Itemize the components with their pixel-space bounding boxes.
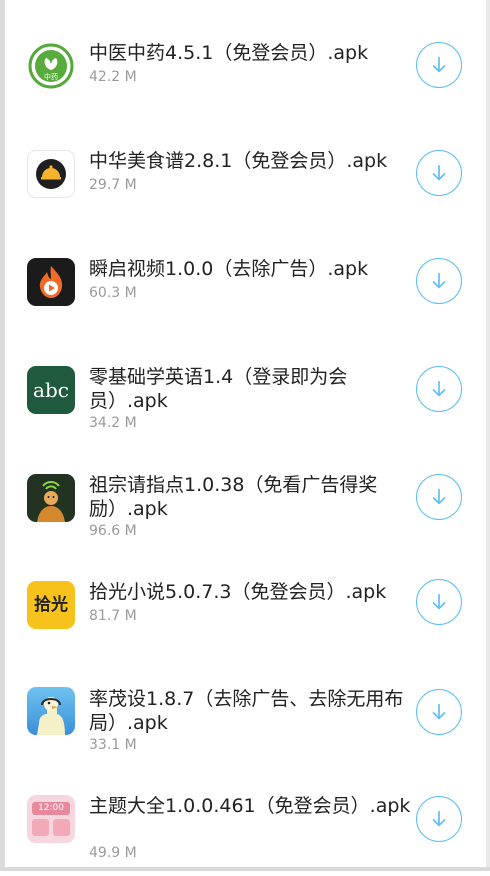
list-item[interactable]: 12:00 主题大全1.0.0.461（免登会员）.apk 49.9 M xyxy=(0,768,490,876)
download-arrow-icon xyxy=(432,272,446,289)
list-item[interactable]: 中药 中医中药4.5.1（免登会员）.apk 42.2 M xyxy=(0,12,490,120)
download-arrow-icon xyxy=(432,703,446,720)
download-arrow-icon xyxy=(432,488,446,505)
download-arrow-icon xyxy=(432,593,446,610)
file-name: 主题大全1.0.0.461（免登会员）.apk xyxy=(89,795,411,817)
list-item[interactable]: 祖宗请指点1.0.38（免看广告得奖励）.apk 96.6 M xyxy=(0,444,490,552)
file-size: 34.2 M xyxy=(89,415,137,431)
file-size: 33.1 M xyxy=(89,737,137,753)
list-item[interactable]: 拾光 拾光小说5.0.7.3（免登会员）.apk 81.7 M xyxy=(0,552,490,660)
icon-label: 拾光 xyxy=(34,595,68,615)
file-name: 中医中药4.5.1（免登会员）.apk xyxy=(89,42,369,64)
file-name: 中华美食谱2.8.1（免登会员）.apk xyxy=(89,150,388,172)
download-button[interactable] xyxy=(416,258,462,304)
icon-label: abc xyxy=(33,378,69,402)
ancestor-app-icon xyxy=(27,474,75,522)
file-name: 率茂设1.8.7（去除广告、去除无用布局）.apk xyxy=(89,688,404,734)
download-button[interactable] xyxy=(416,366,462,412)
download-button[interactable] xyxy=(416,796,462,842)
icon-label: 中药 xyxy=(44,72,58,81)
download-button[interactable] xyxy=(416,474,462,520)
download-arrow-icon xyxy=(432,164,446,181)
download-button[interactable] xyxy=(416,42,462,88)
icon-label: 12:00 xyxy=(32,802,70,815)
file-name: 祖宗请指点1.0.38（免看广告得奖励）.apk xyxy=(89,474,378,520)
download-button[interactable] xyxy=(416,579,462,625)
list-item[interactable]: 瞬启视频1.0.0（去除广告）.apk 60.3 M xyxy=(0,228,490,336)
file-size: 60.3 M xyxy=(89,285,137,301)
shiguang-app-icon: 拾光 xyxy=(27,581,75,629)
dish-cover-icon xyxy=(27,150,75,198)
list-item[interactable]: 中华美食谱2.8.1（免登会员）.apk 29.7 M xyxy=(0,120,490,228)
leaf-app-icon: 中药 xyxy=(27,42,75,90)
file-size: 29.7 M xyxy=(89,177,137,193)
download-arrow-icon xyxy=(432,810,446,827)
file-name: 拾光小说5.0.7.3（免登会员）.apk xyxy=(89,581,387,603)
flame-play-icon xyxy=(27,258,75,306)
list-item[interactable]: abc 零基础学英语1.4（登录即为会员）.apk 34.2 M xyxy=(0,336,490,444)
abc-app-icon: abc xyxy=(27,366,75,414)
duck-app-icon xyxy=(27,687,75,735)
download-button[interactable] xyxy=(416,689,462,735)
theme-tile xyxy=(32,819,49,836)
download-arrow-icon xyxy=(432,380,446,397)
file-name: 零基础学英语1.4（登录即为会员）.apk xyxy=(89,366,348,412)
download-button[interactable] xyxy=(416,150,462,196)
download-arrow-icon xyxy=(432,56,446,73)
file-size: 96.6 M xyxy=(89,523,137,539)
file-name: 瞬启视频1.0.0（去除广告）.apk xyxy=(89,258,369,280)
theme-app-icon: 12:00 xyxy=(27,795,75,843)
theme-tile xyxy=(53,819,70,836)
list-item[interactable]: 率茂设1.8.7（去除广告、去除无用布局）.apk 33.1 M xyxy=(0,660,490,768)
file-size: 42.2 M xyxy=(89,69,137,85)
file-size: 49.9 M xyxy=(89,845,137,861)
file-size: 81.7 M xyxy=(89,608,137,624)
